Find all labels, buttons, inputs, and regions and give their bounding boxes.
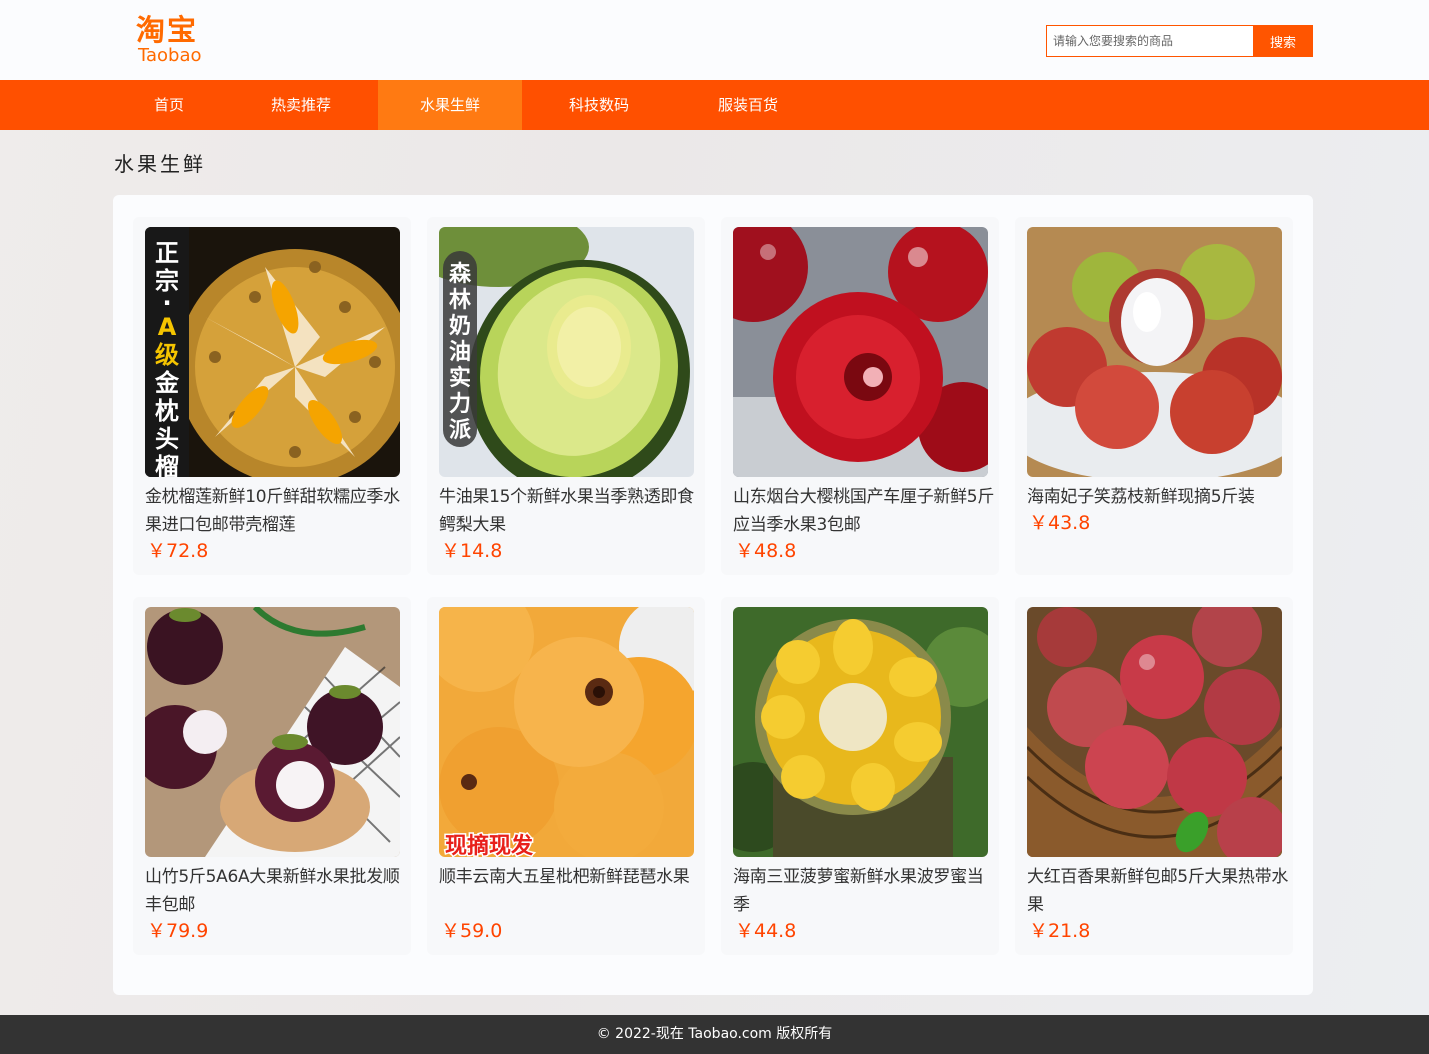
svg-text:头: 头 xyxy=(155,425,179,453)
svg-text:榴: 榴 xyxy=(155,453,179,477)
product-price: ￥44.8 xyxy=(735,920,797,942)
product-title[interactable]: 海南三亚菠萝蜜新鲜水果波罗蜜当季 xyxy=(733,863,995,919)
svg-text:金: 金 xyxy=(154,369,180,397)
mangosteen-image[interactable] xyxy=(145,607,400,857)
product-title[interactable]: 顺丰云南大五星枇杷新鲜琵琶水果 xyxy=(439,863,701,891)
product-title[interactable]: 金枕榴莲新鲜10斤鲜甜软糯应季水果进口包邮带壳榴莲 xyxy=(145,483,407,539)
product-card[interactable]: 森 林 奶 油 实 力 派 牛油果15个新鲜水果当季熟透即食鳄梨大果 ￥14.8 xyxy=(427,217,705,575)
product-grid: 正 宗 · A 级 金 枕 头 榴 金枕榴莲新鲜10斤鲜甜软糯应季水果进口包邮带… xyxy=(113,195,1313,995)
svg-text:派: 派 xyxy=(449,418,471,443)
product-card[interactable]: 海南三亚菠萝蜜新鲜水果波罗蜜当季 ￥44.8 xyxy=(721,597,999,955)
svg-text:奶: 奶 xyxy=(449,313,471,339)
svg-text:油: 油 xyxy=(449,340,471,365)
lychee-image[interactable] xyxy=(1027,227,1282,477)
durian-image[interactable]: 正 宗 · A 级 金 枕 头 榴 xyxy=(145,227,400,477)
product-card[interactable]: 山东烟台大樱桃国产车厘子新鲜5斤应当季水果3包邮 ￥48.8 xyxy=(721,217,999,575)
footer-copyright: © 2022-现在 Taobao.com 版权所有 xyxy=(0,1015,1429,1054)
main-nav: 首页 热卖推荐 水果生鲜 科技数码 服装百货 xyxy=(0,80,1429,130)
product-card[interactable]: 山竹5斤5A6A大果新鲜水果批发顺丰包邮 ￥79.9 xyxy=(133,597,411,955)
product-title[interactable]: 山竹5斤5A6A大果新鲜水果批发顺丰包邮 xyxy=(145,863,407,919)
avocado-image[interactable]: 森 林 奶 油 实 力 派 xyxy=(439,227,694,477)
product-card[interactable]: 海南妃子笑荔枝新鲜现摘5斤装 ￥43.8 xyxy=(1015,217,1293,575)
taobao-logo[interactable]: 淘宝 Taobao xyxy=(136,12,216,68)
nav-item-hot[interactable]: 热卖推荐 xyxy=(237,80,365,130)
loquat-image[interactable]: 现摘现发 xyxy=(439,607,694,857)
top-header: 淘宝 Taobao 搜索 xyxy=(0,0,1429,80)
svg-text:枕: 枕 xyxy=(155,397,179,425)
product-price: ￥21.8 xyxy=(1029,920,1091,942)
nav-item-tech[interactable]: 科技数码 xyxy=(535,80,663,130)
product-card[interactable]: 正 宗 · A 级 金 枕 头 榴 金枕榴莲新鲜10斤鲜甜软糯应季水果进口包邮带… xyxy=(133,217,411,575)
svg-text:林: 林 xyxy=(449,288,471,313)
passionfruit-image[interactable] xyxy=(1027,607,1282,857)
svg-text:森: 森 xyxy=(449,261,472,287)
logo-chinese-text: 淘宝 xyxy=(136,13,199,47)
svg-text:力: 力 xyxy=(449,392,471,417)
product-title[interactable]: 牛油果15个新鲜水果当季熟透即食鳄梨大果 xyxy=(439,483,701,539)
search-box: 搜索 xyxy=(1046,25,1313,57)
product-price: ￥59.0 xyxy=(441,920,503,942)
svg-text:级: 级 xyxy=(155,341,179,369)
svg-text:正: 正 xyxy=(155,239,179,267)
nav-item-clothing[interactable]: 服装百货 xyxy=(684,80,812,130)
product-title[interactable]: 海南妃子笑荔枝新鲜现摘5斤装 xyxy=(1027,483,1289,511)
product-price: ￥72.8 xyxy=(147,540,209,562)
product-price: ￥48.8 xyxy=(735,540,797,562)
product-card[interactable]: 大红百香果新鲜包邮5斤大果热带水果 ￥21.8 xyxy=(1015,597,1293,955)
search-button[interactable]: 搜索 xyxy=(1253,25,1313,57)
product-card[interactable]: 现摘现发 顺丰云南大五星枇杷新鲜琵琶水果 ￥59.0 xyxy=(427,597,705,955)
product-title[interactable]: 大红百香果新鲜包邮5斤大果热带水果 xyxy=(1027,863,1289,919)
jackfruit-image[interactable] xyxy=(733,607,988,857)
logo-english-text: Taobao xyxy=(138,45,202,66)
svg-text:现摘现发: 现摘现发 xyxy=(445,833,534,857)
cherry-image[interactable] xyxy=(733,227,988,477)
svg-text:A: A xyxy=(158,313,177,341)
nav-item-fruit[interactable]: 水果生鲜 xyxy=(378,80,522,130)
product-price: ￥43.8 xyxy=(1029,512,1091,534)
product-title[interactable]: 山东烟台大樱桃国产车厘子新鲜5斤应当季水果3包邮 xyxy=(733,483,995,539)
product-price: ￥79.9 xyxy=(147,920,209,942)
nav-item-home[interactable]: 首页 xyxy=(115,80,223,130)
svg-text:实: 实 xyxy=(449,365,471,391)
search-input[interactable] xyxy=(1046,25,1253,57)
product-price: ￥14.8 xyxy=(441,540,503,562)
page-title: 水果生鲜 xyxy=(114,152,206,176)
